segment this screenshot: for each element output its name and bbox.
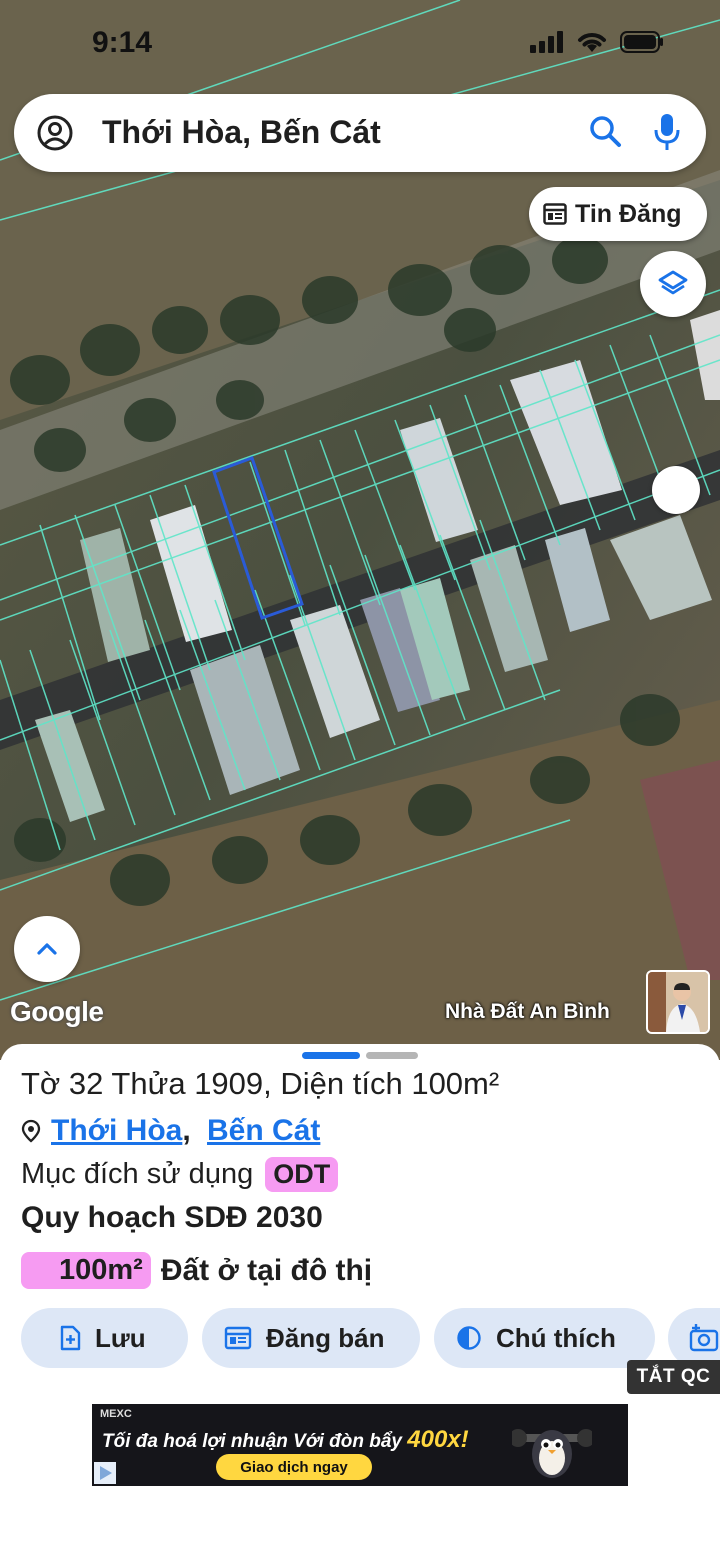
listing-icon xyxy=(224,1326,252,1350)
save-button[interactable]: Lưu xyxy=(21,1308,188,1368)
owner-label: Nhà Đất An Bình xyxy=(445,1000,610,1023)
ad-choices-icon[interactable] xyxy=(94,1462,116,1484)
account-icon[interactable] xyxy=(36,114,74,152)
battery-icon xyxy=(620,31,663,53)
microphone-icon[interactable] xyxy=(652,112,682,154)
expand-button[interactable] xyxy=(14,916,80,982)
ward-link[interactable]: Thới Hòa xyxy=(51,1114,182,1147)
location-separator: , xyxy=(182,1114,191,1147)
clock: 9:14 xyxy=(92,26,153,59)
layers-icon xyxy=(658,270,688,295)
google-logo: Google xyxy=(10,996,104,1027)
parcel-info-sheet[interactable]: Tờ 32 Thửa 1909, Diện tích 100m² Thới Hò… xyxy=(0,1044,720,1559)
status-bar: 9:14 xyxy=(0,0,720,80)
post-sale-label: Đăng bán xyxy=(266,1322,385,1353)
search-bar[interactable]: Thới Hòa, Bến Cát xyxy=(14,94,706,172)
search-input[interactable]: Thới Hòa, Bến Cát xyxy=(102,114,381,151)
page-indicator-inactive xyxy=(366,1052,418,1059)
status-icons xyxy=(530,30,664,54)
add-photo-icon xyxy=(689,1324,719,1352)
page-indicator-active xyxy=(302,1052,360,1059)
ad-headline-text: Tối đa hoá lợi nhuận Với đòn bẩy xyxy=(102,1431,402,1452)
search-icon[interactable] xyxy=(588,114,624,150)
owner-avatar[interactable] xyxy=(646,970,710,1034)
listings-label: Tin Đăng xyxy=(575,199,682,228)
save-label: Lưu xyxy=(95,1322,146,1353)
save-file-icon xyxy=(60,1325,81,1351)
plan-area-badge: 100m² xyxy=(21,1252,151,1289)
ad-highlight: 400x! xyxy=(407,1426,469,1453)
plan-area-row: 100m² Đất ở tại đô thị xyxy=(21,1252,372,1289)
photo-add-button[interactable] xyxy=(668,1308,720,1368)
action-buttons: Lưu Đăng bán Chú thích xyxy=(21,1308,655,1368)
listing-icon xyxy=(543,203,567,225)
page-indicator[interactable] xyxy=(302,1052,418,1059)
plan-area-description: Đất ở tại đô thị xyxy=(160,1253,373,1287)
wifi-icon xyxy=(578,33,606,52)
district-link[interactable]: Bến Cát xyxy=(207,1114,320,1147)
legend-label: Chú thích xyxy=(496,1322,616,1353)
ad-cta-button[interactable]: Giao dịch ngay xyxy=(216,1454,372,1480)
contrast-icon xyxy=(457,1326,481,1350)
ad-brand: MEXC xyxy=(100,1408,132,1420)
ad-banner[interactable]: MEXC Tối đa hoá lợi nhuận Với đòn bẩy 40… xyxy=(92,1404,628,1486)
post-sale-button[interactable]: Đăng bán xyxy=(202,1308,420,1368)
avatar-photo xyxy=(648,972,708,1032)
listings-button[interactable]: Tin Đăng xyxy=(529,187,707,241)
signal-icon xyxy=(530,31,563,53)
close-ad-button[interactable]: TẮT QC xyxy=(627,1360,720,1394)
purpose-label: Mục đích sử dụng xyxy=(21,1158,254,1190)
parcel-location: Thới Hòa, Bến Cát xyxy=(21,1114,320,1148)
purpose-code-badge: ODT xyxy=(265,1157,339,1192)
chevron-up-icon xyxy=(37,943,57,955)
side-drag-handle[interactable] xyxy=(652,466,700,514)
plan-title: Quy hoạch SDĐ 2030 xyxy=(21,1201,323,1234)
ad-mascot-image xyxy=(512,1429,592,1478)
location-pin-icon xyxy=(21,1119,41,1143)
ad-headline: Tối đa hoá lợi nhuận Với đòn bẩy 400x! xyxy=(102,1426,469,1454)
legend-button[interactable]: Chú thích xyxy=(434,1308,655,1368)
parcel-title: Tờ 32 Thửa 1909, Diện tích 100m² xyxy=(21,1066,500,1101)
land-use-purpose: Mục đích sử dụng ODT xyxy=(21,1157,339,1192)
layers-button[interactable] xyxy=(640,251,706,317)
